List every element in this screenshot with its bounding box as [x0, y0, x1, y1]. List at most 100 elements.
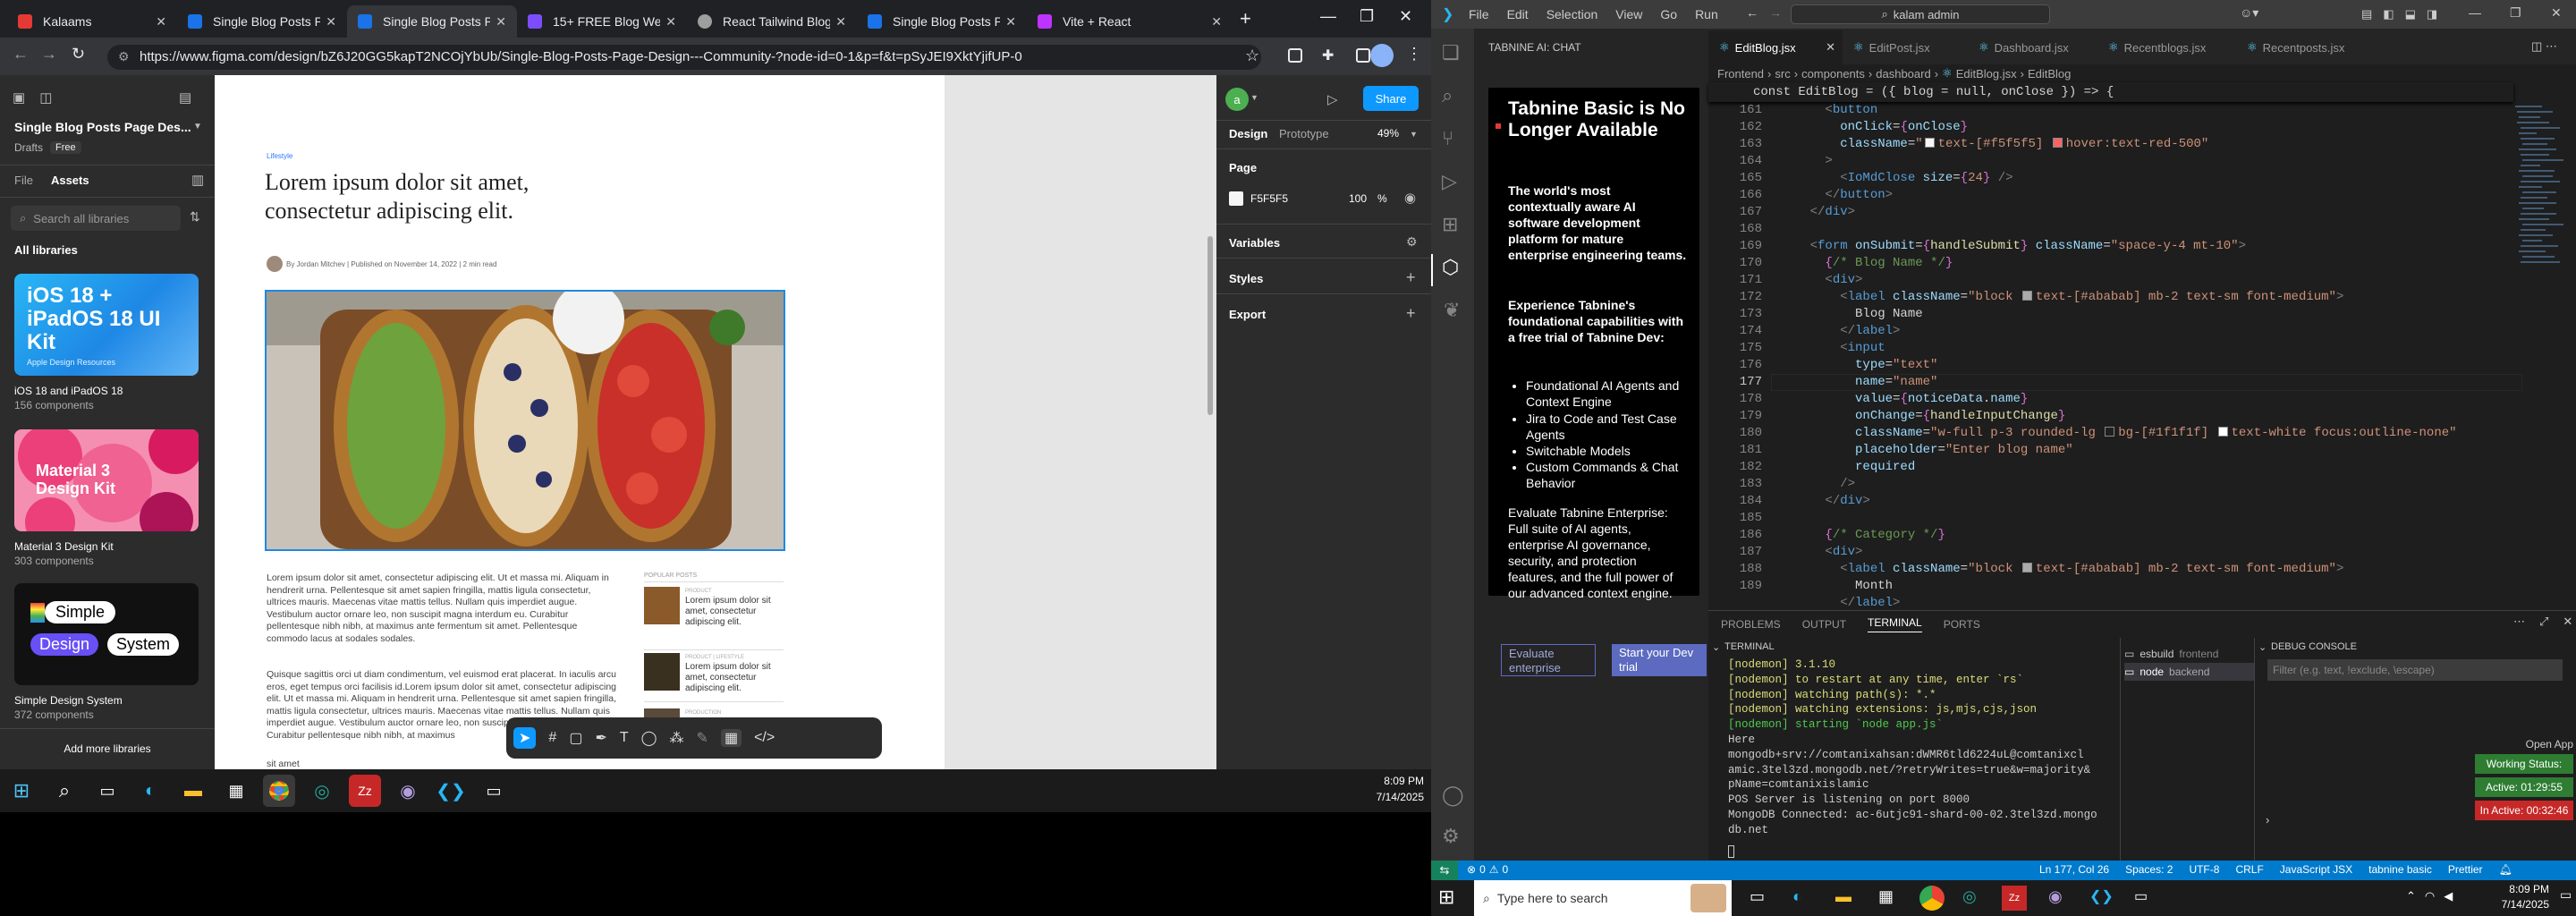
present-icon[interactable]: ▷ [1327, 91, 1338, 107]
terminal-list-item-active[interactable]: ▭ node backend [2124, 663, 2255, 681]
site-info-icon[interactable]: ⚙ [118, 49, 130, 64]
design-mode-icon[interactable]: ▦ [720, 729, 742, 747]
notifications-icon[interactable]: ▭ [2560, 887, 2572, 903]
close-icon[interactable]: ✕ [835, 14, 846, 30]
chevron-down-icon[interactable]: ▼ [1410, 130, 1418, 139]
editor-tab[interactable]: ⚛ Recentblogs.jsx [2097, 30, 2236, 64]
library-book-icon[interactable]: ▥ [191, 172, 204, 188]
editor-tab[interactable]: ⚛ Recentposts.jsx [2236, 30, 2379, 64]
menu-run[interactable]: Run [1695, 7, 1718, 21]
library-card-simple[interactable]: Simple Design System [14, 583, 199, 685]
explorer-icon[interactable]: ❏ [1442, 41, 1460, 64]
browser-tab[interactable]: Vite + React ✕ [1027, 5, 1233, 38]
prettier-status[interactable]: Prettier [2448, 863, 2483, 876]
vscode-icon[interactable]: ❮❯ [2089, 887, 2114, 905]
more-icon[interactable]: ⋯ [2513, 615, 2525, 629]
bookmark-star-icon[interactable]: ☆ [1245, 47, 1259, 65]
gear-icon[interactable]: ⚙ [1442, 825, 1460, 848]
toggle-secondary-icon[interactable]: ◨ [2427, 7, 2437, 21]
close-window-button[interactable]: ✕ [1399, 7, 1412, 26]
variables-heading[interactable]: Variables [1229, 236, 1280, 250]
account-icon[interactable]: ◯ [1442, 784, 1464, 807]
browser-tab[interactable]: Single Blog Posts Page✕ [857, 5, 1027, 38]
browser-tab[interactable]: React Tailwind Blog Co✕ [687, 5, 857, 38]
menu-go[interactable]: Go [1660, 7, 1677, 21]
code-editor[interactable]: ⚛ EditBlog.jsx ✕ ⚛ EditPost.jsx ⚛ Dashboard.… [1708, 29, 2576, 610]
restore-button[interactable]: ❐ [1360, 7, 1374, 26]
chrome-icon[interactable] [1919, 886, 1945, 911]
vscode-icon[interactable]: ❮❯ [435, 775, 467, 807]
terminal-icon[interactable]: ▭ [478, 775, 510, 807]
browser-tab-active[interactable]: Single Blog Posts Page✕ [347, 5, 517, 38]
chevron-down-icon[interactable]: ▼ [1250, 93, 1258, 102]
toggle-sidebar-icon[interactable]: ◧ [2383, 7, 2394, 21]
library-card-material[interactable]: Material 3 Design Kit [14, 429, 199, 531]
search-icon[interactable]: ⌕ [1442, 84, 1453, 107]
app-icon[interactable]: ◎ [306, 775, 338, 807]
menu-selection[interactable]: Selection [1546, 7, 1598, 21]
close-icon[interactable]: ✕ [156, 14, 166, 30]
profile-avatar[interactable] [1370, 44, 1394, 67]
terminal-pane[interactable]: ⌄ TERMINAL [nodemon] 3.1.10 [nodemon] to … [1708, 638, 2102, 861]
browser-tab[interactable]: 15+ FREE Blog Website✕ [517, 5, 687, 38]
task-view-icon[interactable]: ▭ [91, 775, 123, 807]
library-name[interactable]: Material 3 Design Kit [14, 540, 114, 553]
app-icon[interactable]: Zz [2002, 886, 2027, 911]
styles-heading[interactable]: Styles [1229, 272, 1263, 285]
network-icon[interactable]: ◠ [2425, 889, 2435, 903]
task-view-icon[interactable]: ▭ [1750, 887, 1765, 906]
editor-tab-active[interactable]: ⚛ EditBlog.jsx ✕ [1708, 30, 1843, 64]
language-mode[interactable]: JavaScript JSX [2280, 863, 2352, 876]
app-icon[interactable]: Zz [349, 775, 381, 807]
actions-tool-icon[interactable]: ⁂ [670, 729, 684, 747]
page-frame[interactable]: Lifestyle Lorem ipsum dolor sit amet, co… [215, 75, 945, 769]
avatar[interactable]: a [1225, 88, 1249, 111]
zoom-level[interactable]: 49% [1377, 127, 1399, 140]
layout-icon[interactable]: ▤ [2361, 7, 2372, 21]
run-debug-icon[interactable]: ▷ [1442, 170, 1457, 193]
mongodb-leaf-icon[interactable]: ❦ [1444, 299, 1460, 322]
page-color-swatch[interactable] [1229, 191, 1243, 206]
tabnine-status[interactable]: tabnine basic [2368, 863, 2432, 876]
library-name[interactable]: iOS 18 and iPadOS 18 [14, 385, 123, 397]
chevron-down-icon[interactable]: ▼ [193, 122, 202, 131]
library-card-ios[interactable]: iOS 18 + iPadOS 18 UI Kit Apple Design R… [14, 274, 199, 376]
pen-tool-icon[interactable]: ✒ [595, 729, 606, 747]
command-center-search[interactable]: ⌕ kalam admin [1791, 4, 2050, 24]
toggle-panel-icon[interactable]: ◫ [39, 89, 52, 106]
add-style-icon[interactable]: + [1406, 268, 1416, 287]
close-icon[interactable]: ✕ [326, 14, 336, 30]
bell-icon[interactable]: 🔔︎ [2499, 863, 2512, 876]
close-icon[interactable]: ✕ [2563, 615, 2572, 629]
close-icon[interactable]: ✕ [496, 14, 506, 30]
rectangle-tool-icon[interactable]: ▢ [569, 729, 582, 747]
dev-mode-icon[interactable]: </> [754, 730, 775, 746]
chevron-down-icon[interactable]: ⌄ [1712, 641, 1720, 653]
windows-start-icon[interactable]: ⊞ [1438, 886, 1454, 909]
github-icon[interactable]: ◉ [392, 775, 424, 807]
close-icon[interactable]: ✕ [1005, 14, 1016, 30]
page-opacity[interactable]: 100 [1349, 192, 1367, 205]
url-input[interactable]: https://www.figma.com/design/bZ6J20GG5ka… [107, 45, 1261, 70]
split-editor-icon[interactable]: ◫ ⋯ [2531, 39, 2557, 54]
hero-image[interactable] [265, 290, 785, 551]
new-tab-button[interactable]: + [1240, 7, 1251, 30]
add-export-icon[interactable]: + [1406, 304, 1416, 323]
filter-icon[interactable]: ⇅ [190, 209, 200, 225]
draw-mode-icon[interactable]: ✎ [697, 729, 708, 747]
library-name[interactable]: Simple Design System [14, 694, 123, 707]
variables-settings-icon[interactable]: ⚙ [1406, 234, 1418, 250]
sidebar-icon[interactable] [1356, 48, 1370, 63]
add-libraries-button[interactable]: Add more libraries [0, 742, 215, 755]
figma-menu-icon[interactable]: ▣ [13, 89, 25, 106]
figma-canvas[interactable]: Lifestyle Lorem ipsum dolor sit amet, co… [215, 75, 1394, 769]
extensions-icon[interactable]: ✚ [1322, 47, 1334, 64]
browser-tab[interactable]: Single Blog Posts Page✕ [177, 5, 347, 38]
share-button[interactable]: Share [1363, 86, 1419, 111]
taskbar-search-input[interactable]: ⌕ Type here to search [1474, 880, 1732, 916]
debug-filter-input[interactable]: Filter (e.g. text, !exclude, \escape) [2267, 659, 2563, 681]
open-app-button[interactable]: Open App [2473, 738, 2573, 751]
github-icon[interactable]: ◉ [2048, 887, 2063, 906]
minimap[interactable] [2513, 102, 2567, 603]
export-heading[interactable]: Export [1229, 308, 1266, 321]
